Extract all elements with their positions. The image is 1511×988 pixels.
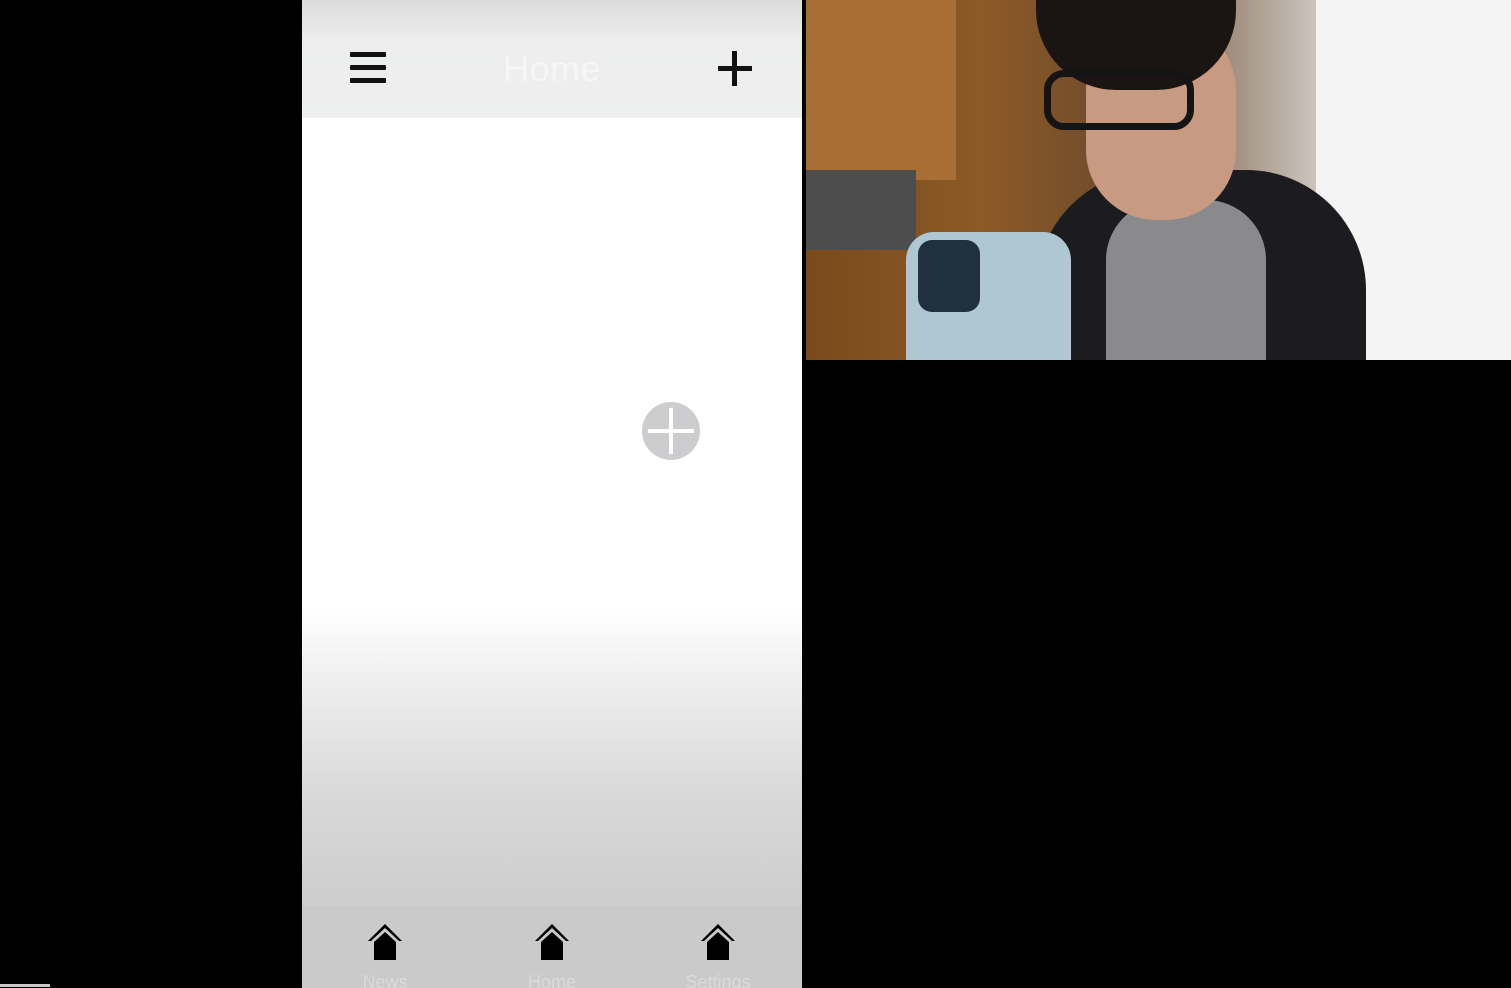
page-title: Home [502,48,602,89]
main-content [302,118,802,906]
app-header: Home [302,0,802,118]
person-shirt [1106,200,1266,360]
tab-label: Home [527,972,576,988]
tab-settings[interactable]: Settings [663,906,773,988]
house-icon [701,924,735,960]
kitchen-cabinet [806,0,956,180]
floating-add-button[interactable] [642,402,700,460]
phone-camera-lens [918,240,980,312]
person-glasses [1044,70,1194,130]
tab-bar: News Home Settings [302,906,802,988]
plus-circle-icon [669,408,673,454]
hamburger-menu-icon [350,78,386,83]
tab-home[interactable]: Home [497,906,607,988]
house-icon [368,924,402,960]
kitchen-backsplash [806,170,916,250]
hamburger-menu-icon [350,52,386,57]
tab-label: Settings [685,972,751,988]
video-progress-indicator [0,984,50,987]
phone-app-screen: Home News Home Settings [302,0,802,988]
plus-icon [732,51,737,86]
add-button[interactable] [714,48,756,90]
menu-button[interactable] [348,50,388,86]
house-icon [535,924,569,960]
hamburger-menu-icon [350,65,386,70]
webcam-video-feed [806,0,1511,360]
tab-news[interactable]: News [330,906,440,988]
tab-label: News [362,972,408,988]
